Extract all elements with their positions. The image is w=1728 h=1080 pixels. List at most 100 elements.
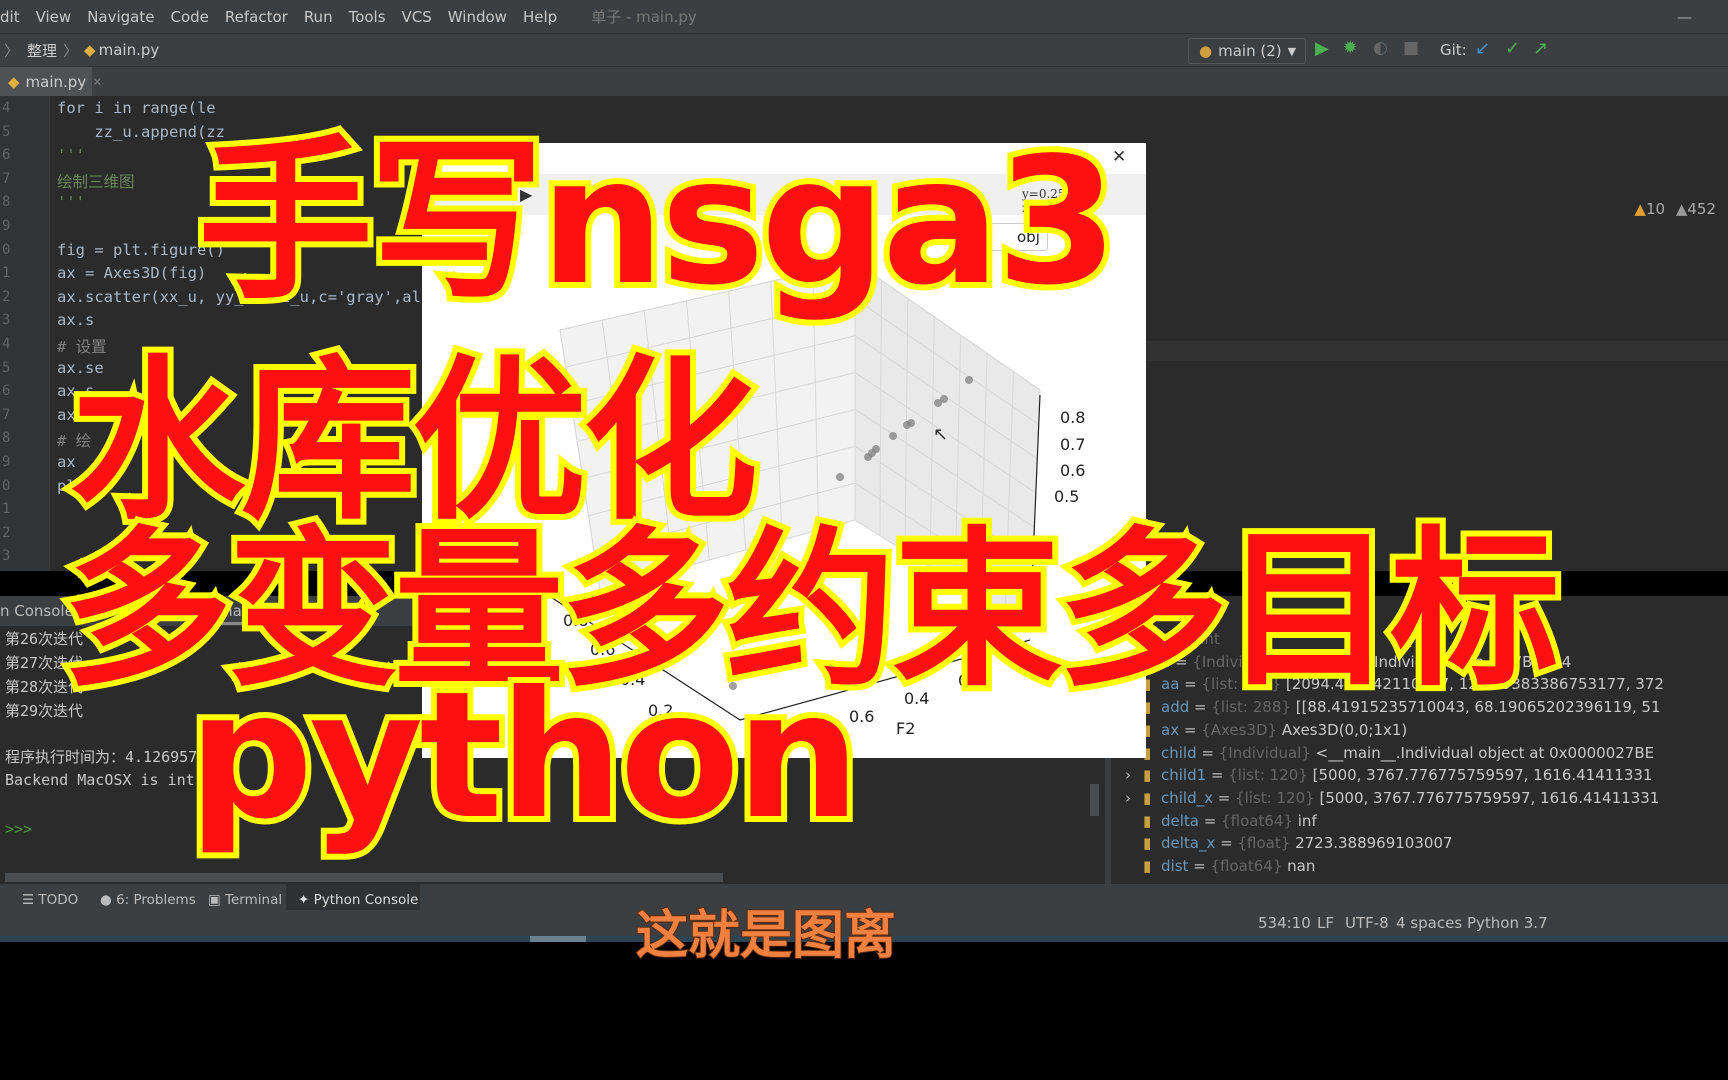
variable-icon: ▮ [1143,811,1152,830]
variable-type: {float64} [1210,857,1283,875]
menu-navigate[interactable]: Navigate [87,8,154,26]
line-number: 9 [2,454,11,470]
stop-icon[interactable]: ■ [1403,38,1419,58]
variable-row[interactable]: delta_x = {float} 2723.388969103007 ▮ [1143,834,1453,853]
file-encoding[interactable]: UTF-8 [1345,914,1389,932]
run-icon[interactable]: ▶ [1315,38,1329,59]
close-icon[interactable]: ✕ [92,75,102,89]
caret-row-highlight [1146,341,1728,361]
minimize-icon[interactable]: — [1677,8,1692,26]
scatter-point [889,432,897,440]
warning-icon: ▲ [1634,200,1646,218]
menu-vcs[interactable]: VCS [402,8,432,26]
line-number: 9 [2,218,11,234]
scatter-point [934,399,942,407]
tab-terminal[interactable]: ▣ Terminal [208,892,282,908]
interpreter-selector[interactable]: Python 3.7 [1467,914,1548,932]
variable-type: {float64} [1221,811,1293,830]
line-number: 7 [2,170,11,187]
variable-row[interactable]: child_x = {list: 120} [5000, 3767.776775… [1125,788,1660,807]
variable-name: child1 [1161,766,1207,785]
line-number: 2 [2,524,11,541]
git-commit-icon[interactable]: ✓ [1505,38,1520,59]
git-push-icon[interactable]: ↗ [1533,38,1548,59]
variable-value: nan [1287,857,1316,875]
debug-icon[interactable]: ✹ [1343,38,1357,58]
variable-value: [5000, 3767.776775759597, 1616.41411331 [1319,788,1660,807]
menu-edit[interactable]: dit [0,8,20,26]
run-config-label: main (2) [1218,42,1282,60]
variable-name: delta_x [1161,834,1216,853]
git-update-icon[interactable]: ↙ [1475,38,1490,59]
code-line: ''' [57,146,85,165]
menu-run[interactable]: Run [304,8,333,26]
tab-todo[interactable]: ☰ TODO [22,892,78,908]
caret-position[interactable]: 534:10 [1258,914,1311,932]
line-number: 4 [2,100,11,116]
overlay-title-1: 手写nsga3 [192,115,1124,330]
variable-row[interactable]: dist = {float64} nan ▮ [1143,857,1316,875]
tab-problems[interactable]: ● 6: Problems [100,892,196,908]
menu-refactor[interactable]: Refactor [225,8,288,26]
code-line: ''' [57,193,85,212]
breadcrumb-folder[interactable]: 整理 [27,40,57,61]
chevron-right-icon: 〉 [4,41,20,60]
line-separator[interactable]: LF [1317,914,1334,932]
menu-code[interactable]: Code [170,8,208,26]
variable-value: <__main__.Individual object at 0x0000027… [1315,743,1655,762]
line-number: 5 [2,359,11,376]
line-number: 6 [2,147,11,164]
line-number: 1 [2,265,11,282]
variable-type: {Axes3D} [1201,720,1278,739]
line-number: 4 [2,336,11,352]
variable-name: ax [1161,720,1180,739]
variable-row[interactable]: child = {Individual} <__main__.Individua… [1143,743,1655,762]
mouse-cursor-icon: ↖ [933,424,948,445]
variable-type: {float} [1237,834,1291,853]
menu-help[interactable]: Help [523,8,557,26]
code-line: ax = Axes3D(fig) [57,264,207,283]
scatter-point [864,453,872,461]
variable-value: Axes3D(0,0;1x1) [1281,720,1408,739]
coverage-icon[interactable]: ◐ [1373,38,1388,58]
expand-chevron-icon[interactable]: › [1125,766,1131,784]
line-gutter: 4 5 6 7 8 9 0 1 2 3 4 5 6 7 8 9 0 1 2 3 [0,96,50,571]
inspection-widget[interactable]: ▲10 ▲452 [1634,200,1716,218]
horizontal-scrollbar[interactable] [5,873,723,882]
variable-value: [5000, 3767.776775759597, 1616.41411331 [1312,766,1653,785]
variable-value: inf [1297,811,1317,830]
menu-tools[interactable]: Tools [349,8,386,26]
variable-icon: ▮ [1143,857,1152,875]
line-number: 5 [2,123,11,140]
indent-setting[interactable]: 4 spaces [1396,914,1462,932]
run-config-dropdown[interactable]: ● main (2) ▼ [1188,38,1306,64]
variable-type: {list: 120} [1228,766,1308,785]
line-number: 8 [2,430,11,447]
variable-row[interactable]: child1 = {list: 120} [5000, 3767.7767757… [1125,766,1653,785]
menu-view[interactable]: View [36,8,72,26]
scatter-point [965,376,973,384]
breadcrumb-file[interactable]: main.py [99,41,160,59]
tab-main-py[interactable]: ◆ main.py ✕ [0,67,102,97]
variable-value: 2723.388969103007 [1295,834,1453,853]
variable-type: {list: 120} [1235,788,1315,807]
python-icon: ● [1199,42,1213,60]
menu-window[interactable]: Window [448,8,507,26]
line-number: 3 [2,548,11,565]
code-line: for i in range(le [57,99,216,117]
variable-row[interactable]: delta = {float64} inf ▮ [1143,811,1317,830]
code-line: 绘制三维图 [57,172,135,191]
warning-count: 10 [1645,200,1666,218]
expand-chevron-icon[interactable]: › [1125,789,1131,807]
vertical-scrollbar[interactable] [1090,784,1099,816]
tab-label: main.py [25,73,87,91]
z-tick-label: 0.7 [1060,435,1085,454]
scatter-point [903,421,911,429]
git-label: Git: [1440,41,1467,59]
video-subtitle: 这就是图离 [635,905,897,967]
menu-bar: dit View Navigate Code Refactor Run Tool… [0,0,1728,33]
navigation-bar: 〉 整理 〉 ◆ main.py ● main (2) ▼ ▶ ✹ ◐ ■ Gi… [0,33,1728,66]
variable-row[interactable]: ax = {Axes3D} Axes3D(0,0;1x1) ▮ [1143,720,1408,739]
overlay-title-4: python [182,649,866,864]
console-prompt[interactable]: >>> [5,820,32,838]
